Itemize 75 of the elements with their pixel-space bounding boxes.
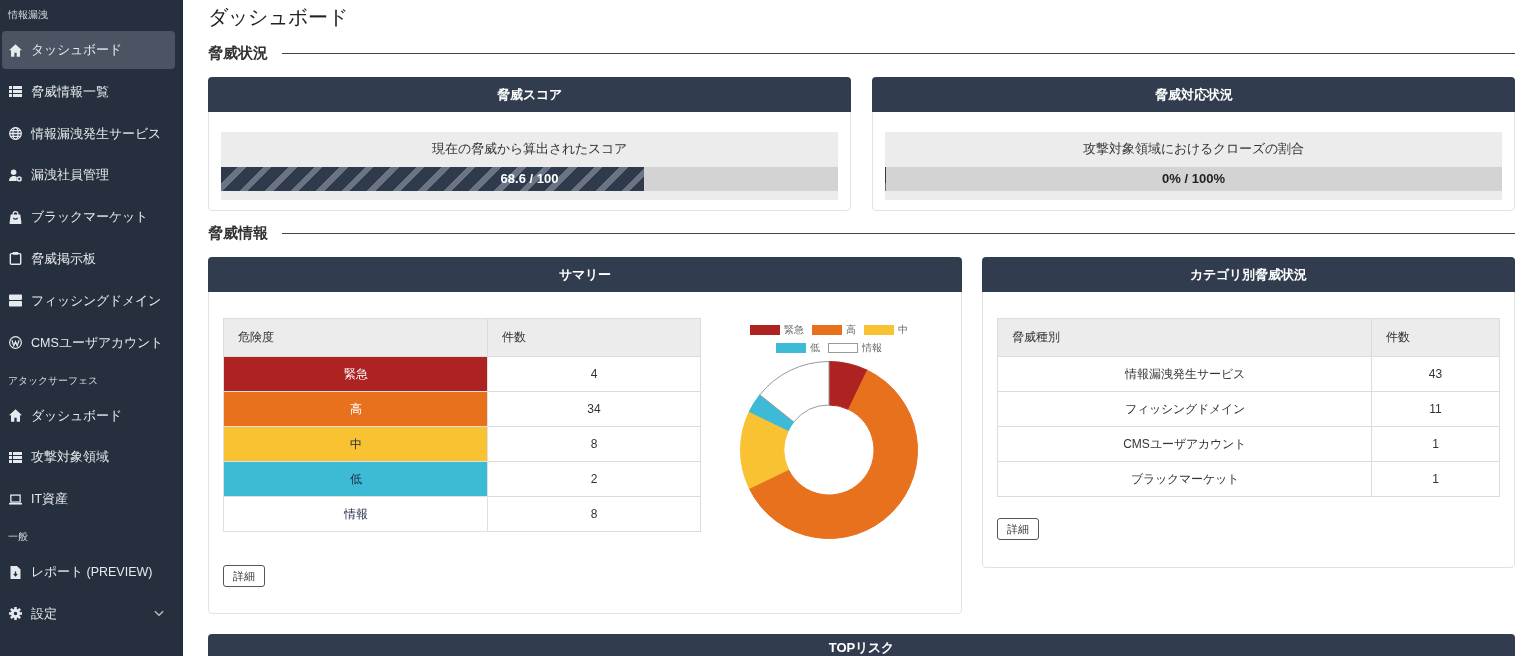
table-cell: 11 xyxy=(1371,391,1500,427)
section-heading: 脅威状況 xyxy=(208,43,268,63)
table-header-cell: 件数 xyxy=(487,318,701,357)
table-header-cell: 危険度 xyxy=(223,318,488,357)
meter-caption: 攻撃対象領域におけるクローズの割合 xyxy=(1082,140,1305,158)
sidebar-item[interactable]: レポート (PREVIEW) xyxy=(2,553,175,592)
legend-swatch-icon xyxy=(864,325,894,335)
table-cell: 43 xyxy=(1371,356,1500,392)
sidebar-item[interactable]: 攻撃対象領域 xyxy=(2,438,175,477)
sidebar-item[interactable]: 漏洩社員管理 xyxy=(2,156,175,195)
legend-label: 緊急 xyxy=(784,324,804,336)
server-icon xyxy=(9,294,22,308)
home-icon xyxy=(9,409,22,423)
table-cell: 1 xyxy=(1371,461,1500,497)
legend-swatch-icon xyxy=(750,325,780,335)
section-heading: 脅威情報 xyxy=(208,223,268,243)
sidebar-item[interactable]: 脅威掲示板 xyxy=(2,240,175,278)
table-header-cell: 脅威種別 xyxy=(997,318,1372,357)
legend-swatch-icon xyxy=(812,325,842,335)
sidebar-item[interactable]: ダッシュボード xyxy=(2,396,175,435)
settings-icon xyxy=(9,607,22,621)
progress-reading: 68.6 / 100 xyxy=(500,171,559,187)
home-icon xyxy=(9,43,22,57)
clipboard-icon xyxy=(9,252,22,266)
sidebar-section-label: アタックサーフェス xyxy=(7,373,99,388)
sidebar-item[interactable]: 脅威情報一覧 xyxy=(2,72,175,111)
sidebar-item[interactable]: IT資産 xyxy=(2,480,175,519)
table-cell: フィッシングドメイン xyxy=(997,391,1372,427)
logo-icon xyxy=(9,336,22,350)
panel-header: カテゴリ別脅威状況 xyxy=(982,257,1515,292)
table-cell: 2 xyxy=(487,461,701,497)
list-icon xyxy=(9,450,22,464)
sidebar-item[interactable]: 設定 xyxy=(2,594,175,633)
legend-label: 高 xyxy=(846,324,856,336)
shopping-bag-icon xyxy=(9,210,22,224)
sidebar-item[interactable]: フィッシングドメイン xyxy=(2,281,175,320)
sidebar-item[interactable]: CMSユーザアカウント xyxy=(2,323,175,362)
file-icon xyxy=(9,565,22,579)
meter-caption: 現在の脅威から算出されたスコア xyxy=(431,140,628,158)
table-cell: CMSユーザアカウント xyxy=(997,426,1372,462)
table-cell: ブラックマーケット xyxy=(997,461,1372,497)
sidebar-item[interactable]: 情報漏洩発生サービス xyxy=(2,114,175,153)
sidebar-item[interactable]: タッシュボード xyxy=(2,31,175,69)
severity-cell: 情報 xyxy=(223,496,488,532)
user-gear-icon xyxy=(9,168,22,182)
panel-header: サマリー xyxy=(208,257,962,292)
panel-header: 脅威スコア xyxy=(208,77,851,112)
list-icon xyxy=(9,85,22,99)
sidebar-section-label: 情報漏洩 xyxy=(7,8,49,22)
severity-cell: 緊急 xyxy=(223,356,488,392)
table-cell: 8 xyxy=(487,496,701,532)
legend-label: 中 xyxy=(898,324,908,336)
severity-cell: 低 xyxy=(223,461,488,497)
detail-button[interactable]: 詳細 xyxy=(223,565,265,587)
panel-header: TOPリスク xyxy=(208,634,1515,656)
sidebar-item[interactable]: ブラックマーケット xyxy=(2,198,175,237)
table-cell: 1 xyxy=(1371,426,1500,462)
legend-label: 情報 xyxy=(862,342,882,354)
table-header-cell: 件数 xyxy=(1371,318,1500,357)
legend-label: 低 xyxy=(810,342,820,354)
table-cell: 8 xyxy=(487,426,701,462)
legend-swatch-icon xyxy=(828,343,858,353)
table-cell: 34 xyxy=(487,391,701,427)
progress-reading: 0% / 100% xyxy=(1162,171,1225,187)
severity-cell: 中 xyxy=(223,426,488,462)
severity-cell: 高 xyxy=(223,391,488,427)
laptop-icon xyxy=(9,492,22,506)
globe-icon xyxy=(9,127,22,141)
table-cell: 4 xyxy=(487,356,701,392)
table-cell: 情報漏洩発生サービス xyxy=(997,356,1372,392)
legend-swatch-icon xyxy=(776,343,806,353)
sidebar-section-label: 一般 xyxy=(7,530,29,545)
page-title: ダッシュボード xyxy=(208,5,349,30)
panel-header: 脅威対応状況 xyxy=(872,77,1515,112)
detail-button[interactable]: 詳細 xyxy=(997,518,1039,540)
